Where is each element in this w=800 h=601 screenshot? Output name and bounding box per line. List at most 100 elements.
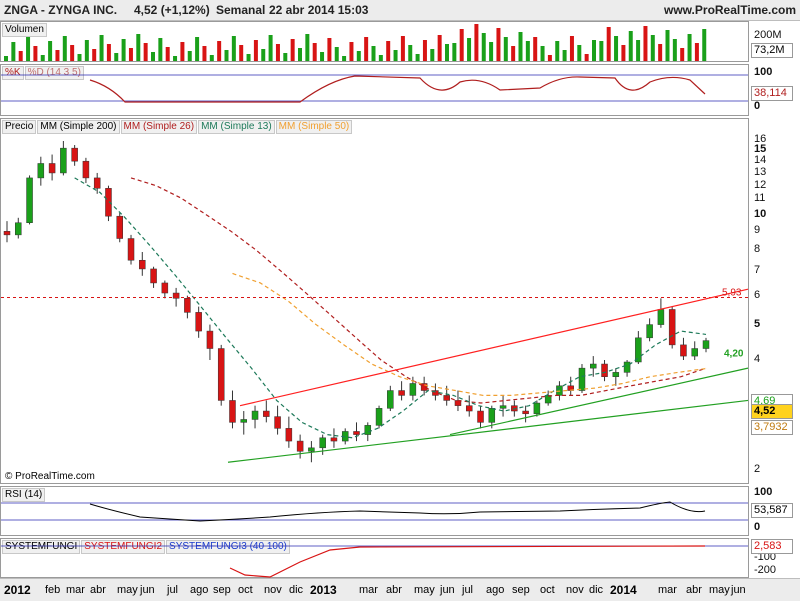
volume-bar <box>562 50 567 61</box>
trend-label: 4,20 <box>724 348 744 359</box>
chart-root: ZNGA - ZYNGA INC. 4,52 (+1,12%) Semanal … <box>0 0 800 601</box>
volume-bar <box>290 39 295 61</box>
stoch-k-line <box>89 75 706 103</box>
volume-bar <box>121 39 126 61</box>
volume-bar <box>92 49 97 61</box>
volume-bar <box>342 56 347 61</box>
volume-bar <box>694 43 699 61</box>
volume-bar <box>665 30 670 61</box>
volume-bar <box>173 56 178 61</box>
volume-bar <box>187 51 192 61</box>
x-tick: 2014 <box>610 583 637 597</box>
volume-bar <box>334 47 339 61</box>
candle-body <box>3 231 11 236</box>
candle-body <box>590 363 597 369</box>
volume-bar <box>489 42 494 61</box>
candle-body <box>533 402 541 415</box>
candle-body <box>465 405 473 412</box>
volume-bar <box>408 45 413 61</box>
candle-body <box>195 312 202 332</box>
volume-bar <box>393 50 398 61</box>
volume-bar <box>239 45 244 61</box>
volume-bar <box>48 41 53 61</box>
volume-bar <box>437 35 442 61</box>
rsi-line <box>89 501 706 522</box>
x-tick: abr <box>686 584 702 596</box>
x-tick: 2012 <box>4 583 31 597</box>
volume-bar <box>298 48 302 61</box>
candle-body <box>37 163 45 179</box>
x-tick: mar <box>66 584 85 596</box>
volume-bar <box>525 41 530 61</box>
x-tick: ago <box>486 584 505 596</box>
x-tick: may <box>414 584 435 596</box>
volume-bar <box>158 38 163 61</box>
volume-bar <box>209 55 214 61</box>
volume-bar <box>128 48 133 61</box>
x-tick: 2013 <box>310 583 337 597</box>
volume-bar <box>445 44 449 61</box>
candle-body <box>702 340 710 349</box>
volume-bar <box>511 46 516 61</box>
x-tick: dic <box>589 584 604 596</box>
candle-body <box>623 361 631 373</box>
volume-bar <box>202 46 207 61</box>
candle-body <box>680 344 687 357</box>
volume-bar <box>106 44 111 61</box>
candle-body <box>150 268 157 284</box>
x-tick: jun <box>140 584 155 596</box>
volume-bar <box>18 51 23 61</box>
volume-bar <box>650 35 655 61</box>
x-tick: jul <box>462 584 474 596</box>
volume-bar <box>261 49 266 61</box>
candle-body <box>308 447 315 452</box>
x-tick: jun <box>440 584 455 596</box>
candle-body <box>240 419 248 423</box>
candle-body <box>657 309 665 325</box>
candle-body <box>60 147 67 174</box>
candle-body <box>184 298 191 313</box>
x-tick: sep <box>213 584 231 596</box>
volume-bar <box>320 52 325 61</box>
volume-bar <box>386 41 391 61</box>
x-tick: ago <box>190 584 209 596</box>
candle-body <box>285 428 293 442</box>
candle-body <box>668 309 676 346</box>
volume-bar <box>592 40 596 61</box>
volume-bar <box>643 26 648 61</box>
x-tick: may <box>709 584 730 596</box>
x-tick: mar <box>359 584 378 596</box>
candle-body <box>398 390 405 396</box>
candle-body <box>319 437 326 449</box>
x-tick: sep <box>512 584 530 596</box>
volume-bar <box>165 47 170 61</box>
x-axis: 2012 feb mar abr may jun jul ago sep oct nov dic 201… <box>0 578 800 601</box>
volume-bar <box>599 41 604 61</box>
candle-body <box>139 259 146 270</box>
volume-bar <box>584 54 589 61</box>
volume-bar <box>430 49 435 61</box>
volume-bar <box>614 36 619 61</box>
volume-bar <box>26 37 31 61</box>
volume-bar <box>217 41 222 61</box>
volume-bar <box>349 42 354 61</box>
volume-bar <box>400 36 405 61</box>
trend-line-lower <box>227 399 749 463</box>
volume-bar <box>459 29 464 61</box>
volume-bar <box>422 40 427 61</box>
volume-bar <box>84 40 89 61</box>
volume-bar <box>452 43 457 61</box>
volume-bar <box>378 55 383 61</box>
candle-body <box>330 437 338 442</box>
candle-body <box>274 416 281 429</box>
candle-body <box>477 410 484 423</box>
x-tick: nov <box>264 584 282 596</box>
candle-body <box>263 410 270 417</box>
volume-bar <box>114 53 119 61</box>
chart-svg: 5,93 4,20 <box>1 24 749 578</box>
ma50-line <box>232 272 707 397</box>
volume-bar <box>151 52 155 61</box>
volume-bar <box>99 35 104 61</box>
candle-body <box>71 147 78 162</box>
candle-body <box>635 337 642 363</box>
